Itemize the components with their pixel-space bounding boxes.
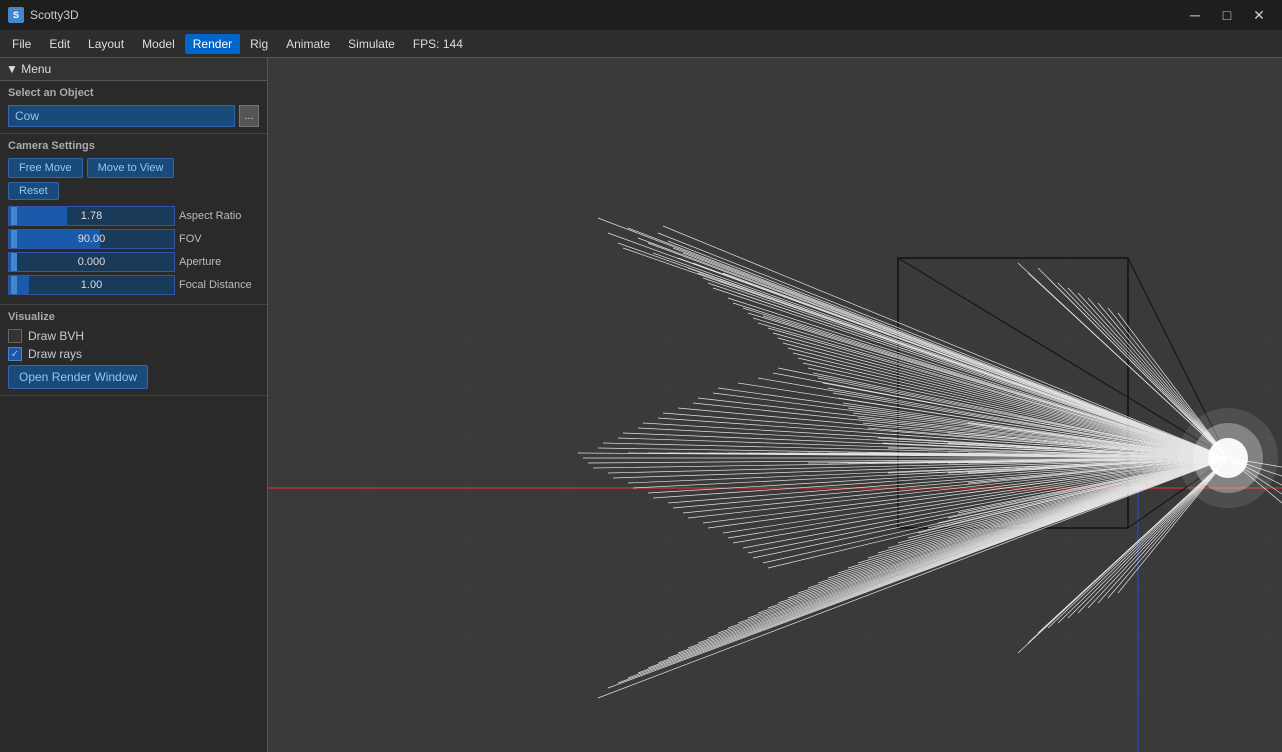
menu-simulate[interactable]: Simulate	[340, 34, 403, 54]
titlebar-left: S Scotty3D	[8, 7, 79, 23]
focal-distance-value: 1.00	[81, 279, 102, 291]
camera-settings-section: Camera Settings Free Move Move to View R…	[0, 134, 267, 305]
draw-rays-label: Draw rays	[28, 347, 82, 361]
aspect-ratio-thumb[interactable]	[11, 207, 17, 225]
focal-distance-label: Focal Distance	[179, 279, 259, 291]
draw-bvh-row: Draw BVH	[8, 329, 259, 343]
aspect-ratio-fill	[9, 207, 67, 225]
left-panel: ▼ Menu Select an Object … Camera Setting…	[0, 58, 268, 752]
aperture-row: 0.000 Aperture	[8, 252, 259, 272]
aperture-value: 0.000	[78, 256, 106, 268]
menu-rig[interactable]: Rig	[242, 34, 276, 54]
move-to-view-button[interactable]: Move to View	[87, 158, 175, 178]
select-object-section: Select an Object …	[0, 81, 267, 134]
close-button[interactable]: ✕	[1244, 5, 1274, 25]
aperture-label: Aperture	[179, 256, 259, 268]
menu-render[interactable]: Render	[185, 34, 240, 54]
menu-edit[interactable]: Edit	[41, 34, 78, 54]
visualize-title: Visualize	[8, 311, 259, 323]
visualize-section: Visualize Draw BVH ✓ Draw rays Open Rend…	[0, 305, 267, 396]
main-layout: ▼ Menu Select an Object … Camera Setting…	[0, 58, 1282, 752]
aspect-ratio-label: Aspect Ratio	[179, 210, 259, 222]
fov-row: 90.00 FOV	[8, 229, 259, 249]
aperture-slider[interactable]: 0.000	[8, 252, 175, 272]
menu-toggle[interactable]: ▼ Menu	[0, 58, 267, 81]
aspect-ratio-value: 1.78	[81, 210, 102, 222]
menu-model[interactable]: Model	[134, 34, 183, 54]
menu-file[interactable]: File	[4, 34, 39, 54]
focal-distance-slider[interactable]: 1.00	[8, 275, 175, 295]
draw-rays-row: ✓ Draw rays	[8, 347, 259, 361]
fov-value: 90.00	[78, 233, 106, 245]
checkmark-icon: ✓	[11, 349, 19, 360]
camera-settings-title: Camera Settings	[8, 140, 259, 152]
fov-thumb[interactable]	[11, 230, 17, 248]
camera-button-row: Free Move Move to View	[8, 158, 259, 178]
focal-distance-row: 1.00 Focal Distance	[8, 275, 259, 295]
aspect-ratio-slider[interactable]: 1.78	[8, 206, 175, 226]
draw-rays-checkbox[interactable]: ✓	[8, 347, 22, 361]
object-selector-row: …	[8, 105, 259, 127]
focal-distance-thumb[interactable]	[11, 276, 17, 294]
object-name-input[interactable]	[8, 105, 235, 127]
titlebar-controls: ─ □ ✕	[1180, 5, 1274, 25]
draw-bvh-checkbox[interactable]	[8, 329, 22, 343]
object-select-button[interactable]: …	[239, 105, 259, 127]
fov-label: FOV	[179, 233, 259, 245]
reset-button[interactable]: Reset	[8, 182, 59, 200]
minimize-button[interactable]: ─	[1180, 5, 1210, 25]
aperture-thumb[interactable]	[11, 253, 17, 271]
menu-layout[interactable]: Layout	[80, 34, 132, 54]
fps-display: FPS: 144	[413, 37, 463, 51]
app-title: Scotty3D	[30, 8, 79, 22]
open-render-window-button[interactable]: Open Render Window	[8, 365, 148, 389]
ray-visualization	[268, 58, 1282, 752]
viewport[interactable]	[268, 58, 1282, 752]
free-move-button[interactable]: Free Move	[8, 158, 83, 178]
menu-animate[interactable]: Animate	[278, 34, 338, 54]
fov-slider[interactable]: 90.00	[8, 229, 175, 249]
titlebar: S Scotty3D ─ □ ✕	[0, 0, 1282, 30]
app-icon: S	[8, 7, 24, 23]
draw-bvh-label: Draw BVH	[28, 329, 84, 343]
aspect-ratio-row: 1.78 Aspect Ratio	[8, 206, 259, 226]
menu-toggle-label: ▼ Menu	[6, 62, 51, 76]
menubar: File Edit Layout Model Render Rig Animat…	[0, 30, 1282, 58]
maximize-button[interactable]: □	[1212, 5, 1242, 25]
select-object-title: Select an Object	[8, 87, 259, 99]
